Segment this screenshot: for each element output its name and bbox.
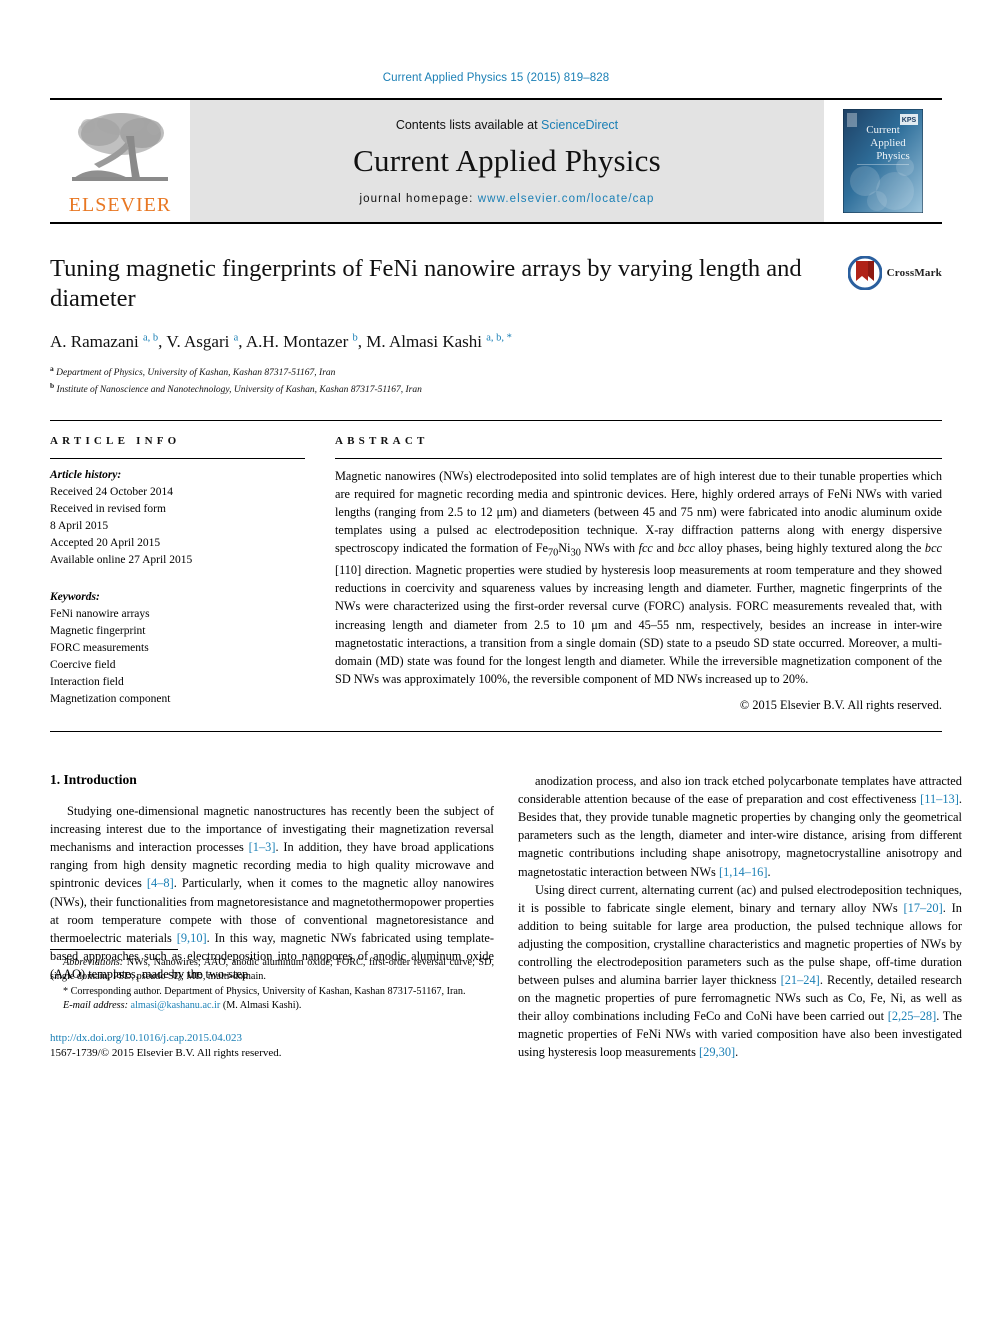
crossmark-icon (847, 256, 882, 290)
keywords-label: Keywords: (50, 590, 100, 603)
email-label: E-mail address: (63, 1000, 128, 1012)
homepage-url-link[interactable]: www.elsevier.com/locate/cap (478, 193, 655, 205)
body-column-left: 1. Introduction Studying one-dimensional… (50, 772, 494, 1061)
paragraph: Using direct current, alternating curren… (518, 882, 962, 1059)
svg-text:Applied: Applied (870, 137, 906, 149)
masthead-center: Contents lists available at ScienceDirec… (190, 100, 824, 222)
article-info-heading: ARTICLE INFO (50, 434, 181, 447)
keyword-item: Magnetization component (50, 692, 171, 705)
doi-block: http://dx.doi.org/10.1016/j.cap.2015.04.… (50, 1031, 494, 1061)
abstract-copyright: © 2015 Elsevier B.V. All rights reserved… (739, 698, 942, 713)
footnote-rule (50, 948, 178, 950)
article-history-items: Received 24 October 2014 Received in revi… (50, 484, 305, 569)
introduction-right-text: anodization process, and also ion track … (518, 772, 962, 1061)
elsevier-tree-icon (72, 112, 168, 181)
keyword-item: Magnetic fingerprint (50, 624, 146, 637)
article-history-item: Available online 27 April 2015 (50, 553, 193, 566)
homepage-prefix: journal homepage: (359, 193, 478, 205)
body-column-right: anodization process, and also ion track … (518, 772, 962, 1061)
author-list: A. Ramazani a, b, V. Asgari a, A.H. Mont… (50, 331, 512, 351)
paragraph: anodization process, and also ion track … (518, 774, 962, 879)
article-history-block: Article history: Received 24 October 201… (50, 467, 305, 569)
running-head: Current Applied Physics 15 (2015) 819–82… (382, 72, 610, 84)
svg-text:Current: Current (866, 124, 900, 136)
title-block: CrossMark Tuning magnetic fingerprints o… (50, 254, 942, 398)
elsevier-wordmark: ELSEVIER (68, 193, 172, 216)
journal-title: Current Applied Physics (353, 143, 661, 178)
article-history-label: Article history: (50, 468, 122, 481)
abstract-rule (335, 457, 942, 459)
keyword-item: FORC measurements (50, 641, 149, 654)
abstract-text: Magnetic nanowires (NWs) electrodeposite… (335, 468, 942, 687)
keyword-item: Coercive field (50, 658, 116, 671)
paper-page: Current Applied Physics 15 (2015) 819–82… (0, 0, 992, 1323)
article-history-item: 8 April 2015 (50, 519, 109, 532)
keyword-item: FeNi nanowire arrays (50, 607, 150, 620)
article-info-abstract-band: ARTICLE INFO Article history: Received 2… (50, 419, 942, 733)
email-link[interactable]: almasi@kashanu.ac.ir (131, 1000, 221, 1011)
journal-homepage-line: journal homepage: www.elsevier.com/locat… (360, 193, 655, 205)
abstract-heading: ABSTRACT (335, 434, 429, 447)
keyword-item: Interaction field (50, 675, 124, 688)
contents-prefix: Contents lists available at (395, 118, 542, 132)
affiliation-list: a Department of Physics, University of K… (50, 364, 942, 398)
introduction-heading: 1. Introduction (50, 772, 137, 788)
journal-cover-thumbnail: KPS Current Applied Physics (824, 100, 942, 222)
body-columns: 1. Introduction Studying one-dimensional… (50, 772, 962, 1061)
affiliation-item: a Department of Physics, University of K… (50, 363, 336, 378)
article-info-column: ARTICLE INFO Article history: Received 2… (50, 435, 305, 714)
email-footnote: E-mail address: almasi@kashanu.ac.ir (M.… (50, 999, 494, 1013)
article-history-item: Received in revised form (50, 502, 166, 515)
contents-available-line: Contents lists available at ScienceDirec… (396, 118, 618, 132)
doi-link[interactable]: http://dx.doi.org/10.1016/j.cap.2015.04.… (50, 1031, 494, 1046)
journal-cover-image: KPS Current Applied Physics (843, 109, 923, 213)
footnote-block: Abbreviations: NWs, Nanowires; AAO, anod… (50, 948, 494, 1061)
svg-text:Physics: Physics (876, 150, 910, 162)
svg-text:KPS: KPS (902, 117, 917, 124)
article-history-item: Received 24 October 2014 (50, 485, 173, 498)
issn-copyright-line: 1567-1739/© 2015 Elsevier B.V. All right… (50, 1046, 282, 1059)
elsevier-logo: ELSEVIER (50, 100, 190, 222)
abstract-column: ABSTRACT Magnetic nanowires (NWs) electr… (335, 435, 942, 714)
article-history-item: Accepted 20 April 2015 (50, 536, 161, 549)
article-info-rule (50, 457, 305, 459)
affiliation-item: b Institute of Nanoscience and Nanotechn… (50, 380, 422, 395)
keywords-items: FeNi nanowire arrays Magnetic fingerprint… (50, 606, 305, 708)
corresponding-author-footnote: * Corresponding author. Department of Ph… (63, 985, 466, 997)
email-owner: (M. Almasi Kashi). (222, 1000, 302, 1012)
crossmark-badge[interactable]: CrossMark (847, 256, 942, 290)
crossmark-label: CrossMark (886, 267, 942, 279)
abbreviations-footnote: Abbreviations: NWs, Nanowires; AAO, anod… (50, 956, 494, 983)
keywords-block: Keywords: FeNi nanowire arrays Magnetic f… (50, 589, 305, 708)
journal-masthead: ELSEVIER Contents lists available at Sci… (50, 98, 942, 224)
sciencedirect-link[interactable]: ScienceDirect (541, 118, 618, 132)
page-title: Tuning magnetic fingerprints of FeNi nan… (50, 255, 802, 312)
